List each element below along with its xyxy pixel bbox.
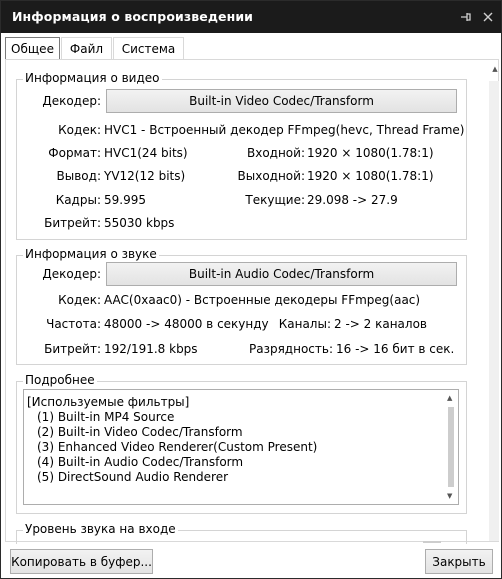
- video-bitrate-value: 55030 kbps: [104, 216, 175, 230]
- video-frames-label: Кадры:: [55, 193, 101, 207]
- video-decoder-button[interactable]: Built-in Video Codec/Transform: [106, 89, 457, 113]
- filters-header: [Используемые фильтры]: [27, 395, 190, 409]
- scroll-up-arrow-icon[interactable]: ▲: [491, 65, 499, 73]
- filter-line: (1) Built-in MP4 Source: [37, 410, 175, 424]
- audio-codec-label: Кодек:: [58, 293, 101, 307]
- video-group-title: Информация о видео: [23, 71, 162, 85]
- filter-line: (4) Built-in Audio Codec/Transform: [37, 455, 244, 469]
- video-codec-label: Кодек:: [58, 123, 101, 137]
- video-codec-value: HVC1 - Встроенный декодер FFmpeg(hevc, T…: [104, 123, 465, 137]
- video-outsize-value: 1920 × 1080(1.78:1): [307, 169, 434, 183]
- video-output-value: YV12(12 bits): [104, 169, 186, 183]
- close-button[interactable]: Закрыть: [425, 549, 493, 574]
- audio-channels-value: 2 -> 2 каналов: [334, 317, 427, 331]
- copy-to-clipboard-button[interactable]: Копировать в буфер...: [10, 549, 153, 574]
- tab-file[interactable]: Файл: [61, 37, 112, 60]
- video-current-value: 29.098 -> 27.9: [307, 193, 398, 207]
- scroll-down-arrow-icon[interactable]: ▼: [447, 492, 452, 500]
- window-title: Информация о воспроизведении: [12, 9, 254, 24]
- audio-freq-value: 48000 -> 48000 в секунду: [104, 317, 269, 331]
- video-output-label: Вывод:: [56, 169, 101, 183]
- video-input-label: Входной:: [246, 146, 305, 160]
- filter-line: (3) Enhanced Video Renderer(Custom Prese…: [37, 440, 318, 454]
- video-frames-value: 59.995: [104, 193, 146, 207]
- input-level-slider[interactable]: [423, 541, 441, 543]
- input-level-group-title: Уровень звука на входе: [23, 522, 178, 536]
- video-decoder-label: Декодер:: [42, 94, 101, 108]
- video-current-label: Текущие:: [245, 193, 305, 207]
- filter-line: (2) Built-in Video Codec/Transform: [37, 425, 243, 439]
- audio-freq-label: Частота:: [46, 317, 101, 331]
- audio-depth-value: 16 -> 16 бит в сек.: [336, 342, 455, 356]
- panel-scrollbar[interactable]: [489, 81, 499, 541]
- audio-depth-label: Разрядность:: [249, 342, 333, 356]
- audio-channels-label: Каналы:: [278, 317, 331, 331]
- video-input-value: 1920 × 1080(1.78:1): [307, 146, 434, 160]
- audio-decoder-label: Декодер:: [42, 267, 101, 281]
- scroll-thumb[interactable]: [448, 407, 454, 487]
- audio-bitrate-label: Битрейт:: [44, 342, 101, 356]
- video-bitrate-label: Битрейт:: [44, 216, 101, 230]
- video-format-value: HVC1(24 bits): [104, 146, 188, 160]
- scroll-up-arrow-icon[interactable]: ▲: [447, 394, 452, 402]
- audio-bitrate-value: 192/191.8 kbps: [104, 342, 198, 356]
- filters-textbox[interactable]: [Используемые фильтры] (1) Built-in MP4 …: [23, 389, 459, 505]
- playback-info-window: Информация о воспроизведении Общее Файл …: [0, 0, 502, 579]
- audio-codec-value: AAC(0xaac0) - Встроенные декодеры FFmpeg…: [104, 293, 421, 307]
- audio-decoder-button[interactable]: Built-in Audio Codec/Transform: [106, 262, 457, 286]
- tab-general[interactable]: Общее: [5, 37, 60, 60]
- close-icon[interactable]: [479, 7, 497, 27]
- video-outsize-label: Выходной:: [237, 169, 305, 183]
- title-bar[interactable]: Информация о воспроизведении: [1, 1, 501, 33]
- details-group-title: Подробнее: [23, 373, 97, 387]
- filter-line: (5) DirectSound Audio Renderer: [37, 470, 229, 484]
- video-format-label: Формат:: [48, 146, 101, 160]
- tab-system[interactable]: Система: [113, 37, 184, 60]
- audio-group-title: Информация о звуке: [23, 247, 159, 261]
- pin-icon[interactable]: [457, 7, 475, 27]
- filters-scrollbar[interactable]: ▲ ▼: [443, 390, 458, 504]
